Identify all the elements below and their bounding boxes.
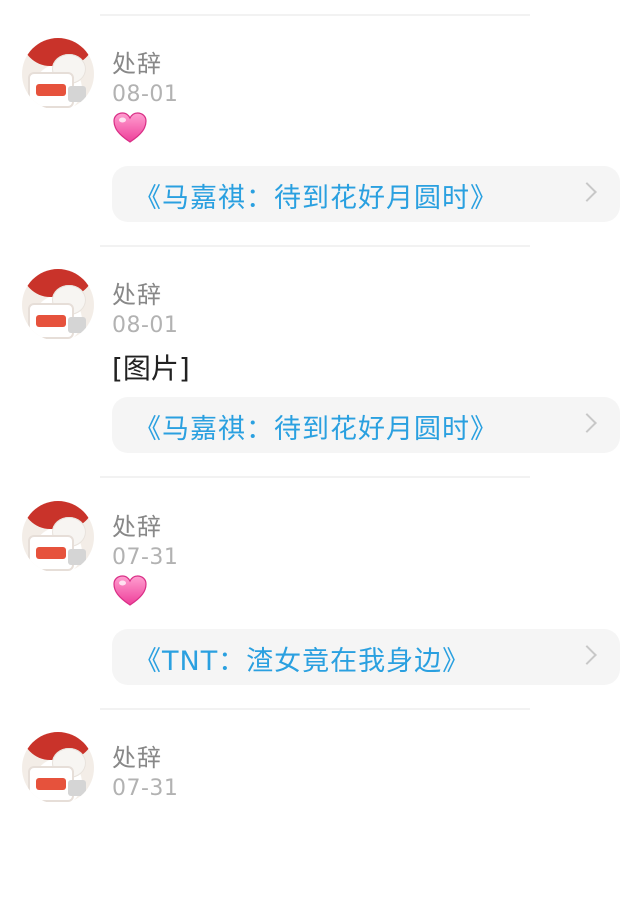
linked-post-title: 《TNT：渣女竟在我身边》	[134, 646, 471, 677]
comment-date: 08-01	[112, 313, 179, 338]
comment-item: 处辞 08-01 [图片] 《马嘉祺：待到花好月圆时》	[0, 231, 640, 461]
username[interactable]: 处辞	[112, 275, 162, 310]
username[interactable]: 处辞	[112, 44, 162, 79]
avatar[interactable]	[22, 501, 94, 573]
comment-date: 08-01	[112, 82, 179, 107]
linked-post-card[interactable]: 《马嘉祺：待到花好月圆时》	[112, 397, 620, 453]
chevron-right-icon	[577, 182, 597, 202]
avatar[interactable]	[22, 269, 94, 341]
linked-post-card[interactable]: 《TNT：渣女竟在我身边》	[112, 629, 620, 685]
comment-content	[112, 573, 148, 609]
linked-post-card[interactable]: 《马嘉祺：待到花好月圆时》	[112, 166, 620, 222]
comment-item: 处辞 07-31 《TNT：渣女竟在我身边》	[0, 463, 640, 693]
comment-date: 07-31	[112, 776, 179, 801]
chevron-right-icon	[577, 645, 597, 665]
chevron-right-icon	[577, 413, 597, 433]
comment-content: [图片]	[112, 352, 190, 385]
comment-item: 处辞 07-31	[0, 694, 640, 924]
comment-item: 处辞 08-01 《马嘉祺：待到花好月圆时》	[0, 0, 640, 230]
comment-content	[112, 110, 148, 146]
username[interactable]: 处辞	[112, 507, 162, 542]
heart-emoji-icon	[113, 575, 147, 606]
avatar[interactable]	[22, 732, 94, 804]
heart-emoji-icon	[113, 112, 147, 143]
linked-post-title: 《马嘉祺：待到花好月圆时》	[134, 183, 498, 214]
username[interactable]: 处辞	[112, 738, 162, 773]
linked-post-title: 《马嘉祺：待到花好月圆时》	[134, 414, 498, 445]
avatar[interactable]	[22, 38, 94, 110]
comment-date: 07-31	[112, 545, 179, 570]
